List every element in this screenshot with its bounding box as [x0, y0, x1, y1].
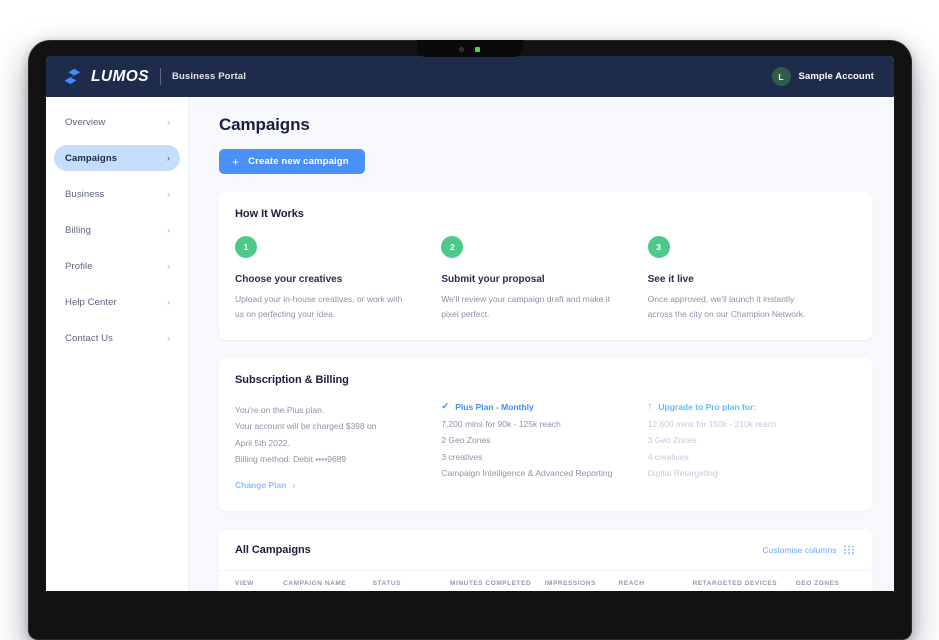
- portal-label: Business Portal: [171, 71, 247, 82]
- sidebar-item-help-center[interactable]: Help Center ›: [54, 289, 180, 315]
- how-it-works-step: 1 Choose your creatives Upload your in-h…: [235, 236, 441, 322]
- logo-text: LUMOS: [91, 67, 149, 85]
- sidebar-item-label: Campaigns: [65, 152, 118, 164]
- sidebar-item-label: Overview: [65, 116, 106, 128]
- column-header-geo-zones[interactable]: GEO ZONES: [796, 580, 856, 587]
- subscription-billing-card: Subscription & Billing You're on the Plu…: [219, 357, 872, 511]
- sidebar-item-overview[interactable]: Overview ›: [54, 109, 180, 135]
- account-menu[interactable]: L Sample Account: [771, 67, 874, 86]
- create-new-campaign-button[interactable]: + Create new campaign: [219, 149, 365, 174]
- chevron-right-icon: ›: [292, 480, 296, 490]
- sidebar-item-label: Contact Us: [65, 332, 113, 344]
- plan-feature: 4 creatives: [647, 451, 689, 462]
- current-plan-column: ✓ Plus Plan - Monthly 7,200 mins for 90k…: [441, 402, 647, 493]
- step-number-badge: 2: [441, 236, 464, 258]
- plan-feature: 12,600 mins for 150k - 210k reach: [647, 418, 777, 429]
- current-plan-heading: ✓ Plus Plan - Monthly: [441, 402, 629, 412]
- chevron-right-icon: ›: [167, 296, 170, 307]
- browser-screen: LUMOS Business Portal L Sample Account O…: [46, 56, 894, 591]
- column-header-campaign-name[interactable]: CAMPAIGN NAME: [283, 580, 372, 587]
- step-number-badge: 1: [235, 236, 257, 258]
- sidebar-item-contact-us[interactable]: Contact Us ›: [54, 325, 180, 351]
- step-description: We'll review your campaign draft and mak…: [441, 294, 611, 319]
- arrow-up-icon: ↑: [647, 401, 653, 412]
- all-campaigns-title: All Campaigns: [235, 544, 311, 556]
- sidebar-item-label: Billing: [65, 224, 92, 236]
- chevron-right-icon: ›: [167, 260, 170, 271]
- create-new-campaign-label: Create new campaign: [248, 156, 349, 167]
- how-it-works-step: 2 Submit your proposal We'll review your…: [441, 236, 647, 322]
- all-campaigns-header: All Campaigns Customise columns: [219, 529, 872, 570]
- column-header-impressions[interactable]: IMPRESSIONS: [545, 580, 619, 587]
- billing-account-column: You're on the Plus plan. Your account wi…: [235, 402, 441, 493]
- plan-feature: 7,200 mins for 90k - 125k reach: [441, 418, 561, 429]
- sidebar-item-profile[interactable]: Profile ›: [54, 253, 180, 279]
- step-heading: Submit your proposal: [441, 274, 545, 285]
- check-icon: ✓: [441, 401, 450, 412]
- camera-icon: [458, 47, 464, 52]
- header-divider: [159, 68, 161, 85]
- columns-grid-icon: [843, 545, 854, 555]
- camera-led-indicator: [474, 47, 480, 52]
- billing-line: Your account will be charged $398 on: [235, 421, 377, 432]
- account-name: Sample Account: [798, 71, 874, 82]
- chevron-right-icon: ›: [167, 152, 170, 163]
- plan-feature: Campaign Intelligence & Advanced Reporti…: [441, 468, 613, 479]
- how-it-works-steps: 1 Choose your creatives Upload your in-h…: [235, 236, 854, 322]
- upgrade-plan-column[interactable]: ↑ Upgrade to Pro plan for: 12,600 mins f…: [648, 402, 854, 493]
- step-number-badge: 3: [647, 236, 670, 258]
- how-it-works-title: How It Works: [235, 208, 304, 220]
- column-header-status[interactable]: STATUS: [373, 580, 450, 587]
- plan-feature: Digital Retargeting: [647, 468, 718, 479]
- upgrade-plan-heading: ↑ Upgrade to Pro plan for:: [648, 402, 836, 412]
- step-description: Upload your in-house creatives, or work …: [235, 294, 403, 319]
- page-title: Campaigns: [219, 115, 310, 134]
- top-navigation-bar: LUMOS Business Portal L Sample Account: [46, 56, 894, 97]
- how-it-works-card: How It Works 1 Choose your creatives Upl…: [219, 192, 872, 340]
- how-it-works-step: 3 See it live Once approved, we'll launc…: [647, 236, 854, 322]
- main-content: Campaigns + Create new campaign How It W…: [189, 97, 894, 591]
- column-header-view[interactable]: VIEW: [235, 580, 283, 587]
- step-heading: See it live: [647, 274, 694, 285]
- sidebar-item-label: Help Center: [65, 296, 117, 308]
- current-plan-label: Plus Plan - Monthly: [455, 401, 534, 412]
- sidebar-item-label: Business: [65, 188, 105, 200]
- customise-columns-button[interactable]: Customise columns: [762, 545, 854, 555]
- sidebar-item-label: Profile: [65, 260, 93, 272]
- column-header-reach[interactable]: REACH: [619, 580, 693, 587]
- chevron-right-icon: ›: [167, 224, 170, 235]
- subscription-billing-title: Subscription & Billing: [235, 373, 349, 386]
- step-heading: Choose your creatives: [235, 274, 343, 285]
- subscription-columns: You're on the Plus plan. Your account wi…: [235, 402, 854, 493]
- plus-icon: +: [232, 154, 240, 169]
- column-header-retargeted-devices[interactable]: RETARGETED DEVICES: [693, 580, 796, 587]
- app-body: Overview › Campaigns › Business › Billin…: [46, 97, 894, 591]
- upgrade-plan-label: Upgrade to Pro plan for:: [658, 401, 757, 412]
- chevron-right-icon: ›: [167, 332, 170, 343]
- customise-columns-label: Customise columns: [762, 545, 837, 555]
- plan-feature: 3 creatives: [441, 451, 483, 462]
- sidebar-item-campaigns[interactable]: Campaigns ›: [54, 145, 180, 171]
- billing-method-line: Billing method: Debit ••••9689: [235, 454, 347, 465]
- step-description: Once approved, we'll launch it instantly…: [647, 294, 806, 319]
- campaigns-table-header: VIEW CAMPAIGN NAME STATUS MINUTES COMPLE…: [219, 570, 872, 591]
- sidebar-item-business[interactable]: Business ›: [54, 181, 180, 207]
- column-header-minutes-completed[interactable]: MINUTES COMPLETED: [450, 580, 545, 587]
- chevron-right-icon: ›: [167, 188, 170, 199]
- webcam-notch: [416, 40, 523, 57]
- change-plan-link[interactable]: Change Plan ›: [235, 480, 295, 490]
- chevron-right-icon: ›: [167, 116, 170, 127]
- avatar: L: [771, 67, 791, 86]
- change-plan-label: Change Plan: [235, 480, 287, 490]
- all-campaigns-card: All Campaigns Customise columns VIEW CAM…: [219, 529, 872, 591]
- lumos-bolt-logo-icon: [64, 68, 81, 85]
- brand-logo[interactable]: LUMOS: [64, 68, 149, 86]
- billing-line: April 5th 2022.: [235, 437, 290, 448]
- sidebar: Overview › Campaigns › Business › Billin…: [46, 97, 189, 591]
- billing-line: You're on the Plus plan.: [235, 404, 325, 415]
- plan-feature: 2 Geo Zones: [441, 435, 491, 446]
- sidebar-item-billing[interactable]: Billing ›: [54, 217, 180, 243]
- plan-feature: 3 Geo Zones: [647, 435, 697, 446]
